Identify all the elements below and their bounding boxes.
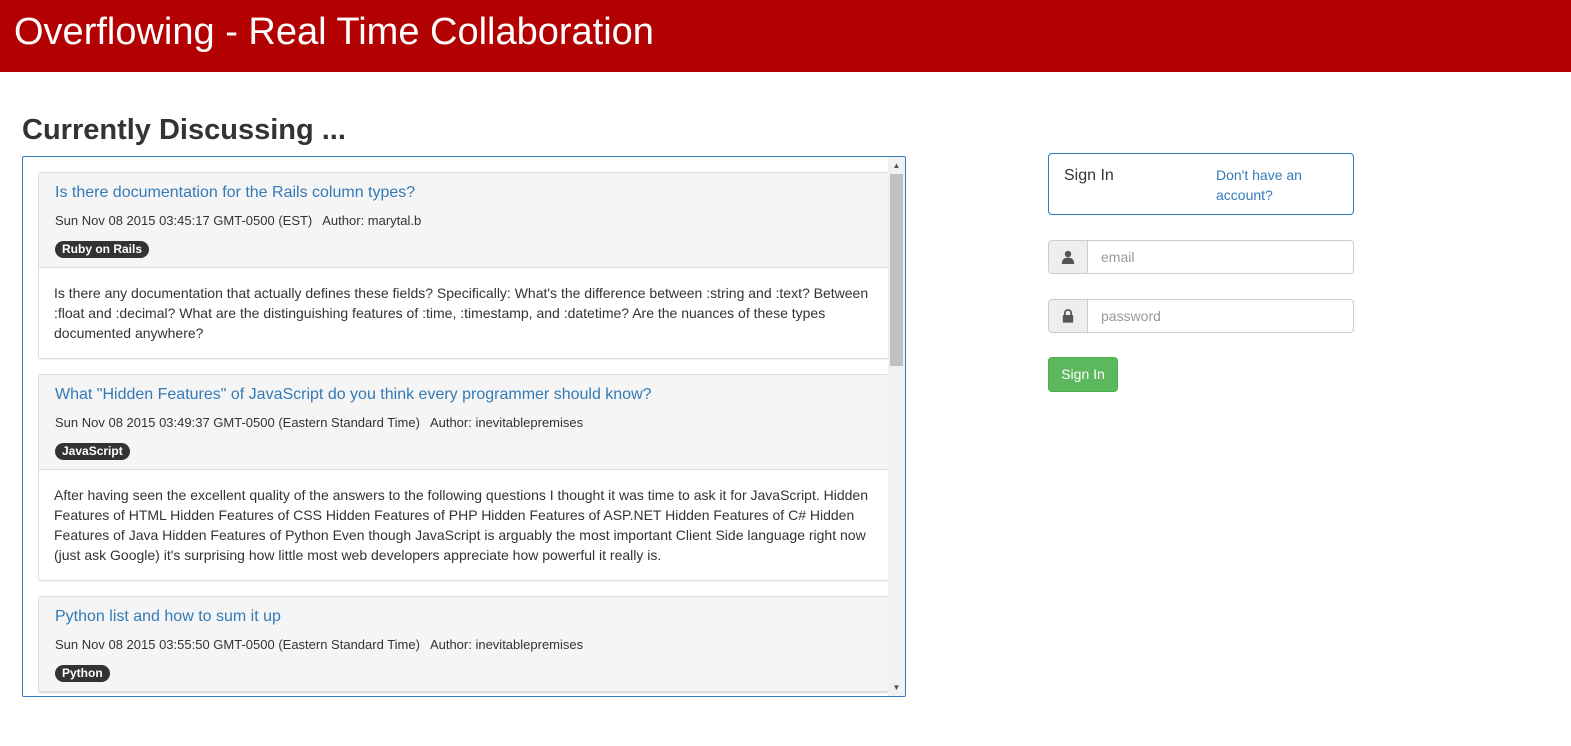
- app-title[interactable]: Overflowing - Real Time Collaboration: [14, 10, 654, 54]
- question-feed[interactable]: Is there documentation for the Rails col…: [22, 156, 906, 697]
- question-card: Is there documentation for the Rails col…: [38, 172, 889, 359]
- question-tag[interactable]: Python: [55, 665, 110, 682]
- top-navbar: Overflowing - Real Time Collaboration: [0, 0, 1571, 72]
- feed-scrollbar[interactable]: ▲ ▼: [888, 157, 905, 696]
- question-header: Python list and how to sum it up Sun Nov…: [39, 597, 888, 692]
- question-date: Sun Nov 08 2015 03:49:37 GMT-0500 (Easte…: [55, 415, 420, 430]
- question-header: Is there documentation for the Rails col…: [39, 173, 888, 268]
- question-body: After having seen the excellent quality …: [54, 487, 868, 563]
- password-input-group: [1048, 299, 1354, 333]
- email-input-group: [1048, 240, 1354, 274]
- signup-link[interactable]: Don't have an account?: [1216, 165, 1326, 205]
- question-date: Sun Nov 08 2015 03:45:17 GMT-0500 (EST): [55, 213, 313, 228]
- user-icon: [1049, 241, 1088, 273]
- lock-icon: [1049, 300, 1088, 332]
- question-meta: Sun Nov 08 2015 03:45:17 GMT-0500 (EST) A…: [55, 213, 872, 229]
- question-date: Sun Nov 08 2015 03:55:50 GMT-0500 (Easte…: [55, 637, 420, 652]
- signin-panel: Sign In Don't have an account?: [1048, 153, 1354, 215]
- scrollbar-thumb[interactable]: [890, 174, 903, 366]
- signin-button[interactable]: Sign In: [1048, 357, 1118, 392]
- scroll-down-arrow-icon[interactable]: ▼: [888, 679, 905, 696]
- scroll-up-arrow-icon[interactable]: ▲: [888, 157, 905, 174]
- question-title-link[interactable]: Is there documentation for the Rails col…: [55, 183, 872, 203]
- question-list: Is there documentation for the Rails col…: [38, 172, 889, 696]
- question-author: Author: marytal.b: [322, 213, 422, 228]
- question-tag[interactable]: Ruby on Rails: [55, 241, 150, 258]
- signin-label: Sign In: [1064, 167, 1114, 184]
- question-tag[interactable]: JavaScript: [55, 443, 130, 460]
- email-field[interactable]: [1089, 241, 1353, 273]
- question-card: What "Hidden Features" of JavaScript do …: [38, 374, 889, 581]
- section-heading: Currently Discussing ...: [22, 114, 346, 146]
- question-author: Author: inevitablepremises: [429, 637, 584, 652]
- password-field[interactable]: [1089, 300, 1353, 332]
- question-body: Is there any documentation that actually…: [54, 285, 869, 341]
- question-header: What "Hidden Features" of JavaScript do …: [39, 375, 888, 470]
- question-author: Author: inevitablepremises: [429, 415, 584, 430]
- question-title-link[interactable]: Python list and how to sum it up: [55, 607, 872, 627]
- question-meta: Sun Nov 08 2015 03:49:37 GMT-0500 (Easte…: [55, 415, 872, 431]
- question-title-link[interactable]: What "Hidden Features" of JavaScript do …: [55, 385, 872, 405]
- question-meta: Sun Nov 08 2015 03:55:50 GMT-0500 (Easte…: [55, 637, 872, 653]
- question-card: Python list and how to sum it up Sun Nov…: [38, 596, 889, 693]
